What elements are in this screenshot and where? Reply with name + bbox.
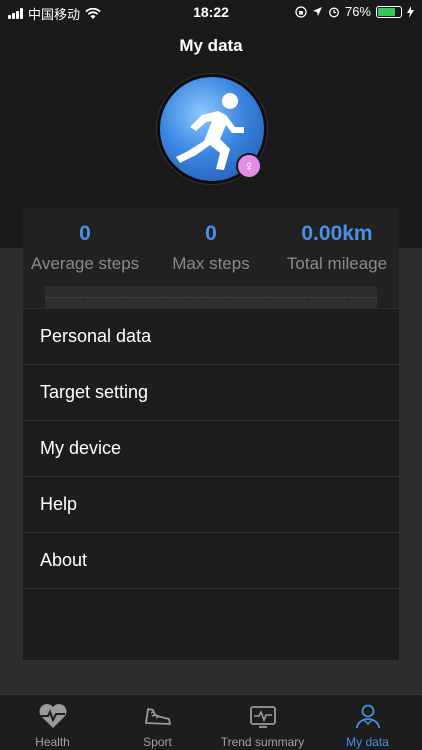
stat-average-steps: 0 Average steps (23, 222, 147, 274)
menu-item-target-setting[interactable]: Target setting (23, 365, 399, 421)
menu-item-my-device[interactable]: My device (23, 421, 399, 477)
menu-item-about[interactable]: About (23, 533, 399, 589)
dashed-divider (45, 297, 377, 298)
panel-tab-right (377, 286, 399, 308)
charging-icon (407, 5, 414, 18)
alarm-icon (329, 7, 339, 17)
stat-total-mileage: 0.00km Total mileage (275, 222, 399, 274)
nav-health[interactable]: Health (0, 695, 105, 750)
location-icon (312, 7, 322, 16)
heart-pulse-icon (39, 704, 66, 728)
person-icon (355, 704, 380, 729)
menu-list: Personal data Target setting My device H… (23, 309, 399, 660)
menu-item-personal-data[interactable]: Personal data (23, 309, 399, 365)
status-bar: 中国移动 18:22 76% (0, 0, 422, 24)
rotation-lock-icon (295, 5, 307, 18)
stat-value: 0.00km (301, 222, 373, 245)
stat-label: Max steps (172, 254, 250, 273)
monitor-pulse-icon (249, 706, 276, 728)
battery-percent: 76% (344, 4, 371, 19)
nav-label: Sport (143, 735, 172, 749)
shoe-icon (144, 708, 171, 725)
battery-icon (376, 5, 402, 18)
female-icon: ♀ (236, 153, 262, 179)
page-title: My data (179, 36, 243, 55)
bottom-nav: Health Sport Trend summary My data (0, 694, 422, 750)
nav-label: Trend summary (220, 735, 305, 749)
stat-label: Average steps (30, 254, 140, 273)
nav-trend-summary[interactable]: Trend summary (210, 695, 315, 750)
stat-max-steps: 0 Max steps (149, 222, 273, 274)
battery-fill (378, 7, 395, 16)
panel-tab-left (23, 286, 45, 308)
nav-my-data[interactable]: My data (315, 695, 420, 750)
stats-panel: 0 Average steps 0 Max steps 0.00km Total… (23, 208, 399, 286)
nav-label: Health (35, 735, 70, 749)
nav-sport[interactable]: Sport (105, 695, 210, 750)
menu-item-help[interactable]: Help (23, 477, 399, 533)
stat-label: Total mileage (286, 254, 388, 273)
stat-value: 0 (79, 222, 91, 245)
stat-value: 0 (205, 222, 217, 245)
nav-label: My data (346, 735, 389, 749)
status-right: 76% (295, 4, 414, 19)
